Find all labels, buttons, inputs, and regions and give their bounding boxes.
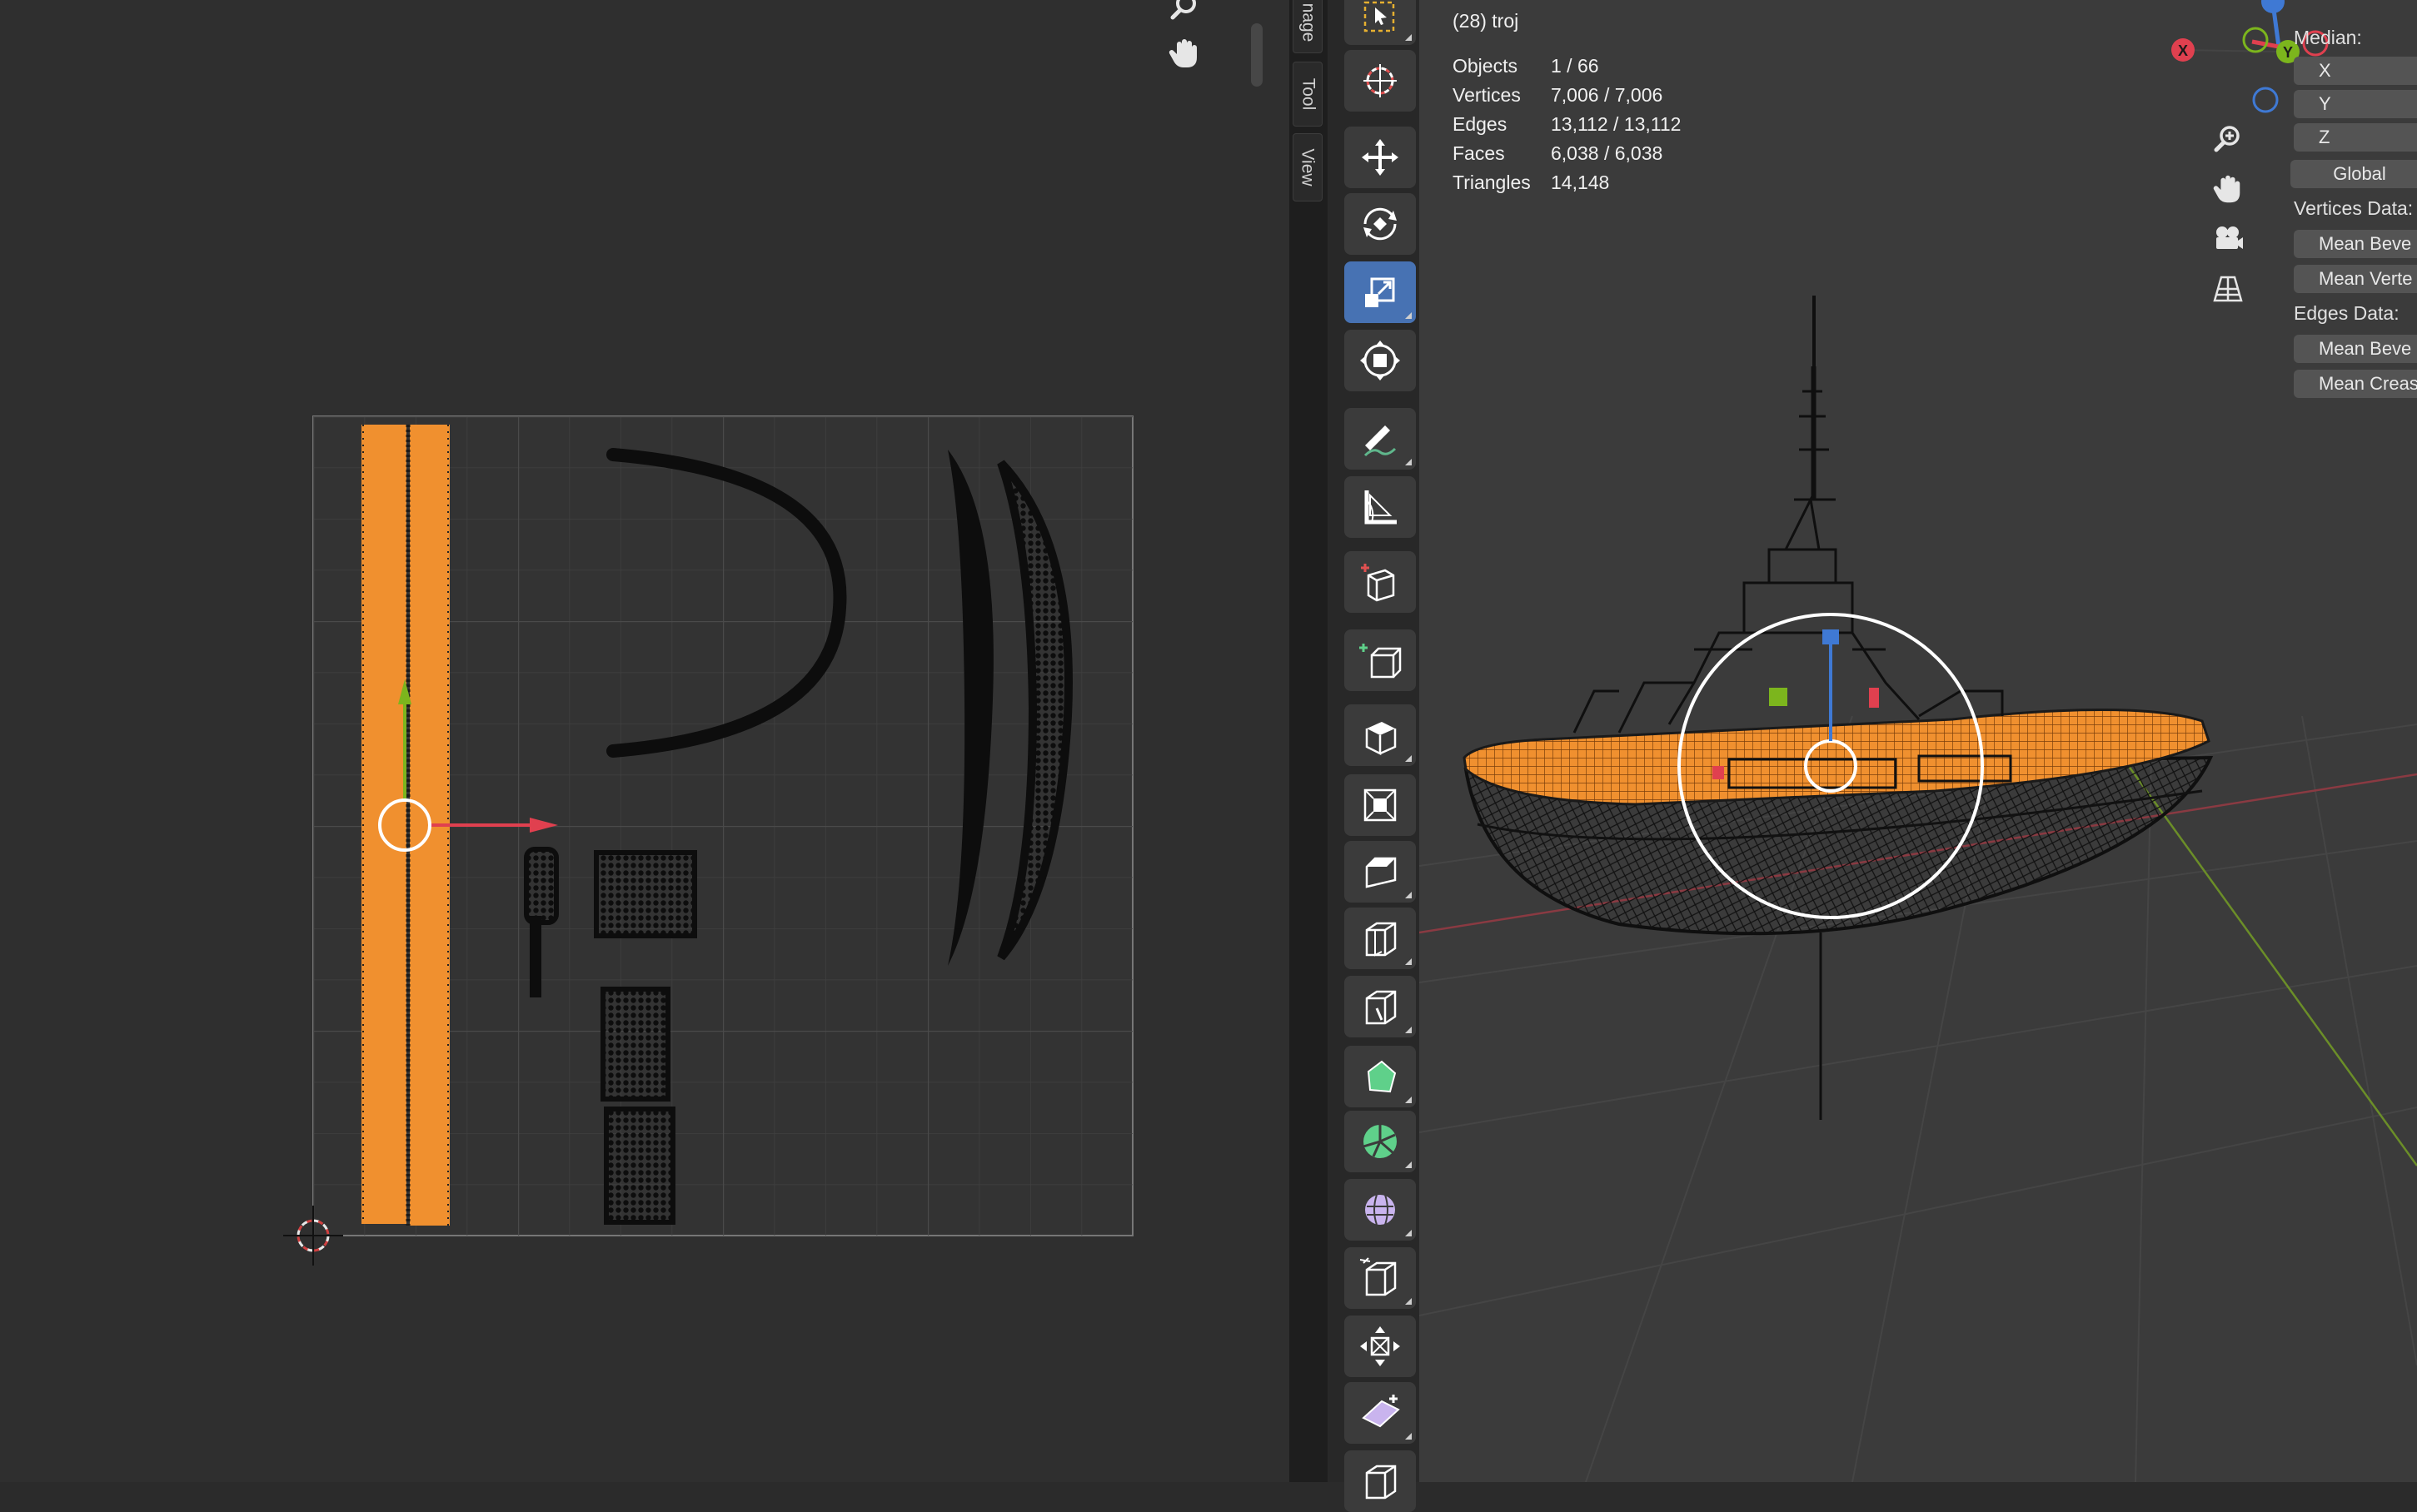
- knife-icon: [1365, 990, 1397, 1025]
- tool-inset-faces[interactable]: [1344, 774, 1416, 836]
- tool-measure[interactable]: [1344, 476, 1416, 538]
- zoom-icon: [1170, 0, 1196, 20]
- inset-faces-icon: [1363, 788, 1397, 822]
- stat-vertices-value: 7,006 / 7,006: [1551, 84, 1663, 106]
- uv-scrollbar[interactable]: [1251, 23, 1263, 87]
- tool-rotate[interactable]: [1344, 193, 1416, 255]
- tool-annotate[interactable]: [1344, 408, 1416, 470]
- tool-shear[interactable]: [1344, 1382, 1416, 1444]
- tab-tool-label: Tool: [1298, 77, 1318, 111]
- tab-tool[interactable]: Tool: [1293, 62, 1323, 127]
- tool-poly-build[interactable]: [1344, 1046, 1416, 1107]
- cursor-icon: [1363, 64, 1397, 97]
- boat-model[interactable]: [1463, 296, 2214, 1120]
- stat-vertices-label: Vertices: [1453, 84, 1521, 106]
- stat-objects-label: Objects: [1453, 55, 1517, 77]
- median-y-field[interactable]: Y: [2294, 90, 2417, 118]
- uv-editor[interactable]: [0, 0, 1289, 1482]
- tool-shrink-fatten[interactable]: [1344, 1316, 1416, 1377]
- extrude-region-icon: [1359, 644, 1402, 679]
- median-x-field[interactable]: X: [2294, 57, 2417, 85]
- tool-cursor[interactable]: [1344, 50, 1416, 112]
- pan-view-button[interactable]: [1161, 30, 1208, 77]
- vp-camera-button[interactable]: [2207, 218, 2249, 260]
- stat-faces-value: 6,038 / 6,038: [1551, 142, 1663, 164]
- annotate-icon: [1363, 425, 1397, 457]
- tool-spin[interactable]: [1344, 1111, 1416, 1172]
- bevel-icon: [1365, 857, 1397, 888]
- vp-pan-button[interactable]: [2207, 168, 2249, 210]
- measure-icon: [1364, 490, 1397, 525]
- stat-triangles-label: Triangles: [1453, 172, 1531, 193]
- uv-sidebar-tabs: nage Tool View: [1289, 0, 1328, 1482]
- tool-smooth[interactable]: [1344, 1179, 1416, 1241]
- rotate-icon: [1363, 207, 1397, 241]
- mean-vertex-crease-field[interactable]: Mean Verte: [2294, 265, 2417, 293]
- vertices-data-label: Vertices Data:: [2294, 197, 2414, 219]
- gizmo-x-label: X: [2178, 42, 2188, 59]
- loop-cut-icon: [1365, 922, 1397, 957]
- grid-perspective-icon: [2213, 276, 2243, 302]
- tool-move[interactable]: [1344, 127, 1416, 188]
- edges-data-label: Edges Data:: [2294, 302, 2400, 324]
- stat-triangles-value: 14,148: [1551, 172, 1610, 193]
- stat-objects-value: 1 / 66: [1551, 55, 1599, 77]
- scale-icon: [1365, 277, 1395, 307]
- hand-icon: [1169, 39, 1197, 67]
- mean-edge-crease-field[interactable]: Mean Creas: [2294, 370, 2417, 398]
- smooth-icon: [1365, 1194, 1395, 1226]
- tool-select-box[interactable]: [1344, 0, 1416, 45]
- 3d-viewport[interactable]: X Y (28) troj Objects 1 / 66 Vertices 7,…: [1419, 0, 2417, 1482]
- move-icon: [1362, 139, 1398, 176]
- space-toggle[interactable]: Global: [2290, 160, 2417, 188]
- zoom-in-icon: [2214, 126, 2240, 152]
- mean-bevel-weight-edge-field[interactable]: Mean Beve: [2294, 335, 2417, 363]
- tab-view-label: View: [1298, 148, 1318, 187]
- stat-faces-label: Faces: [1453, 142, 1505, 164]
- tool-add-cube[interactable]: [1344, 551, 1416, 613]
- tab-image-label: nage: [1298, 2, 1318, 42]
- tool-transform[interactable]: [1344, 330, 1416, 391]
- vp-perspective-button[interactable]: [2207, 268, 2249, 310]
- rip-region-icon: [1365, 1465, 1397, 1500]
- uv-canvas[interactable]: [0, 0, 1289, 1482]
- tab-view[interactable]: View: [1293, 133, 1323, 201]
- shear-icon: [1362, 1395, 1400, 1428]
- median-z-field[interactable]: Z: [2294, 123, 2417, 152]
- tool-loop-cut[interactable]: [1344, 908, 1416, 969]
- tool-bevel[interactable]: [1344, 841, 1416, 903]
- tool-extrude-region[interactable]: [1344, 629, 1416, 691]
- tool-rip-region[interactable]: [1344, 1450, 1416, 1512]
- mean-bevel-weight-vertex-field[interactable]: Mean Beve: [2294, 230, 2417, 258]
- shrink-fatten-icon: [1360, 1326, 1400, 1366]
- stat-edges-value: 13,112 / 13,112: [1551, 113, 1682, 135]
- edge-slide-icon: [1359, 1257, 1397, 1296]
- median-label: Median:: [2294, 27, 2362, 48]
- 3d-scene[interactable]: X Y: [1419, 0, 2417, 1482]
- tab-image[interactable]: nage: [1293, 0, 1323, 53]
- add-cube-icon: [1361, 564, 1395, 602]
- object-title: (28) troj: [1453, 10, 1519, 32]
- tool-scale[interactable]: [1344, 261, 1416, 323]
- extrude-icon: [1365, 722, 1397, 756]
- poly-build-icon: [1367, 1060, 1397, 1093]
- n-panel: [2290, 0, 2417, 1482]
- tool-knife[interactable]: [1344, 976, 1416, 1037]
- select-box-icon: [1363, 1, 1395, 32]
- camera-icon: [2216, 226, 2243, 249]
- tool-shelf: [1328, 0, 1419, 1512]
- vp-zoom-button[interactable]: [2207, 118, 2249, 160]
- spin-icon: [1363, 1125, 1397, 1158]
- stat-edges-label: Edges: [1453, 113, 1508, 135]
- tool-edge-slide[interactable]: [1344, 1247, 1416, 1309]
- transform-icon: [1360, 341, 1400, 380]
- hand-icon: [2213, 175, 2240, 203]
- tool-extrude[interactable]: [1344, 704, 1416, 766]
